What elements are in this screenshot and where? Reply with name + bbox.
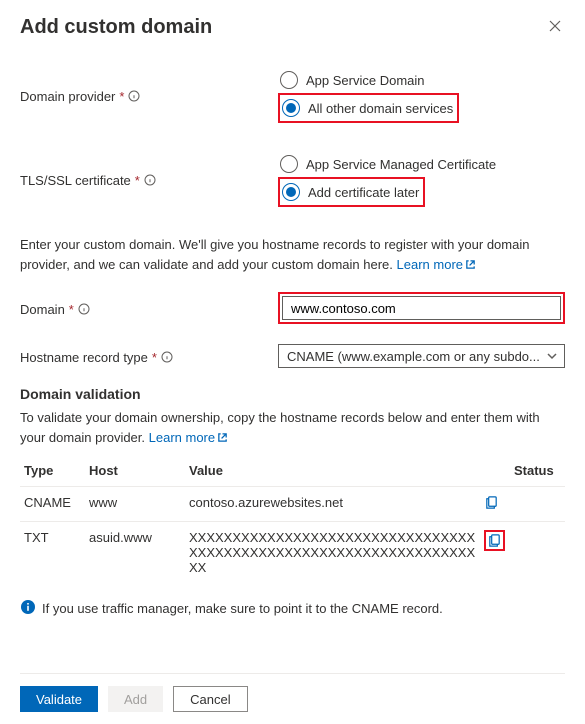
radio-managed-cert[interactable]: App Service Managed Certificate <box>278 151 565 177</box>
required-asterisk: * <box>135 173 140 188</box>
external-link-icon <box>463 257 476 272</box>
copy-button[interactable] <box>487 536 502 551</box>
domain-label: Domain <box>20 302 65 317</box>
radio-label: App Service Managed Certificate <box>306 157 496 172</box>
radio-add-cert-later[interactable]: Add certificate later <box>280 179 423 205</box>
hostname-records-table: Type Host Value Status CNAME www contoso… <box>20 455 565 583</box>
info-icon[interactable] <box>78 303 90 315</box>
radio-icon <box>280 71 298 89</box>
close-icon <box>549 20 561 35</box>
chevron-down-icon <box>546 350 558 365</box>
required-asterisk: * <box>69 302 74 317</box>
cell-host: www <box>85 487 185 522</box>
copy-button[interactable] <box>484 498 499 513</box>
hostname-type-select[interactable]: CNAME (www.example.com or any subdo... <box>278 344 565 368</box>
cell-type: TXT <box>20 522 85 584</box>
th-value: Value <box>185 455 480 487</box>
learn-more-link[interactable]: Learn more <box>397 257 476 272</box>
add-button: Add <box>108 686 163 712</box>
info-icon[interactable] <box>144 174 156 186</box>
radio-label: App Service Domain <box>306 73 425 88</box>
close-button[interactable] <box>545 16 565 39</box>
cell-type: CNAME <box>20 487 85 522</box>
info-icon[interactable] <box>161 351 173 363</box>
domain-input[interactable] <box>282 296 561 320</box>
radio-icon <box>282 183 300 201</box>
traffic-manager-note: If you use traffic manager, make sure to… <box>42 601 443 616</box>
radio-icon <box>280 155 298 173</box>
cell-host: asuid.www <box>85 522 185 584</box>
radio-app-service-domain[interactable]: App Service Domain <box>278 67 565 93</box>
required-asterisk: * <box>152 350 157 365</box>
select-value: CNAME (www.example.com or any subdo... <box>287 349 540 364</box>
external-link-icon <box>215 430 228 445</box>
th-type: Type <box>20 455 85 487</box>
hostname-type-label: Hostname record type <box>20 350 148 365</box>
domain-provider-label: Domain provider <box>20 89 115 104</box>
cell-value: contoso.azurewebsites.net <box>185 487 480 522</box>
radio-other-domain-services[interactable]: All other domain services <box>280 95 457 121</box>
page-title: Add custom domain <box>20 16 212 39</box>
table-row: CNAME www contoso.azurewebsites.net <box>20 487 565 522</box>
copy-icon <box>484 498 499 513</box>
learn-more-link[interactable]: Learn more <box>149 430 228 445</box>
th-status: Status <box>510 455 565 487</box>
radio-label: Add certificate later <box>308 185 419 200</box>
cell-value: XXXXXXXXXXXXXXXXXXXXXXXXXXXXXXXXXXXXXXXX… <box>185 522 480 584</box>
th-host: Host <box>85 455 185 487</box>
description-text: Enter your custom domain. We'll give you… <box>20 235 565 274</box>
validation-heading: Domain validation <box>20 386 565 402</box>
cancel-button[interactable]: Cancel <box>173 686 247 712</box>
radio-icon <box>282 99 300 117</box>
copy-icon <box>487 536 502 551</box>
required-asterisk: * <box>119 89 124 104</box>
tls-label: TLS/SSL certificate <box>20 173 131 188</box>
radio-label: All other domain services <box>308 101 453 116</box>
info-icon <box>20 599 36 618</box>
validate-button[interactable]: Validate <box>20 686 98 712</box>
table-row: TXT asuid.www XXXXXXXXXXXXXXXXXXXXXXXXXX… <box>20 522 565 584</box>
validation-text: To validate your domain ownership, copy … <box>20 408 565 447</box>
footer: Validate Add Cancel <box>20 673 565 724</box>
info-icon[interactable] <box>128 90 140 102</box>
